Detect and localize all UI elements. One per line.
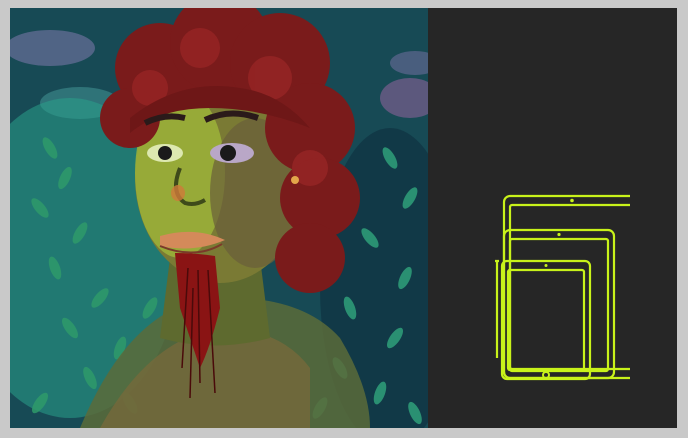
tablet-small-outline [500, 259, 592, 381]
preview-frame [10, 8, 677, 428]
tablet-small-camera [544, 264, 548, 267]
tablet-medium-screen [508, 237, 610, 373]
tablet-medium-outline [502, 228, 616, 380]
home-button [542, 371, 550, 379]
device-preview-panel [428, 8, 677, 428]
portrait-painting [10, 8, 428, 428]
tablet-large-outline [502, 194, 630, 380]
tablet-medium-camera [557, 232, 561, 237]
tablet-large-camera [570, 198, 574, 203]
stylus-outline [495, 259, 499, 358]
tablet-sizes-icon [480, 193, 630, 383]
tablet-small-screen [506, 268, 586, 372]
artwork-image [10, 8, 428, 428]
